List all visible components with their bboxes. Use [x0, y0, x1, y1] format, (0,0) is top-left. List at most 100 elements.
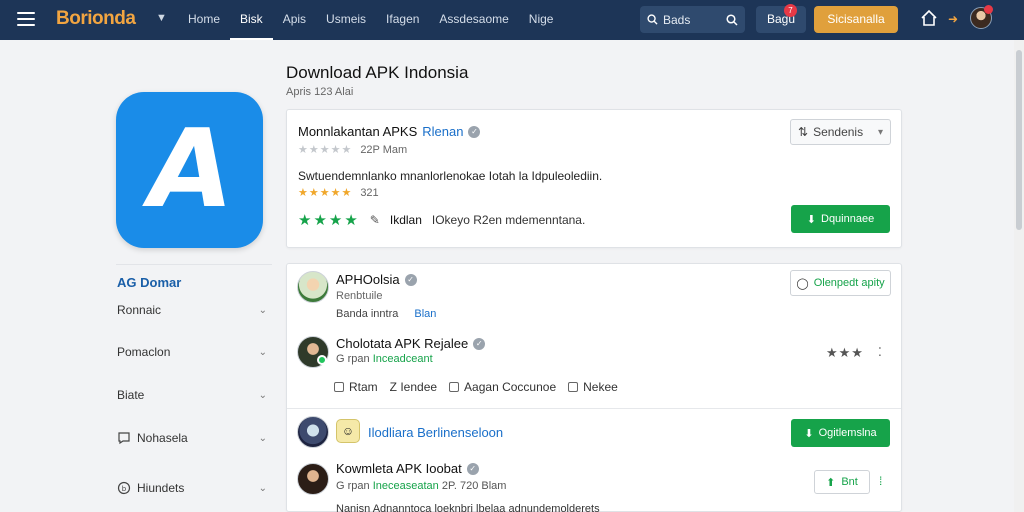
share-button[interactable]: ⬆ Bnt: [814, 470, 870, 494]
sort-label: Sendenis: [813, 125, 864, 139]
sidebar-item-pomaclon[interactable]: Pomaclon ⌄: [117, 342, 267, 362]
checklist-label: Rtam: [349, 380, 378, 394]
rating-row-2: ★★★★★ 321: [298, 186, 379, 200]
nav-link-home[interactable]: Home: [178, 0, 230, 40]
checkbox-icon: [334, 382, 344, 392]
download-button[interactable]: ⬇ Dquinnaee: [791, 205, 890, 233]
nav-link-nige[interactable]: Nige: [519, 0, 564, 40]
chat-bubble-icon: [118, 432, 130, 445]
chevron-down-icon[interactable]: ▼: [156, 12, 167, 24]
app-icon-letter: A: [136, 107, 243, 232]
feature-checklist: Rtam Z Iendee Aagan Coccunoe Nekee: [334, 380, 618, 394]
list-item-sub-highlight: Inceadceant: [372, 353, 433, 365]
list-item-title: Kowmleta APK Ioobat ✓: [336, 461, 479, 476]
checkbox-icon: [568, 382, 579, 392]
list-item-meta-a: Banda inntra: [336, 308, 399, 320]
avatar[interactable]: [297, 271, 329, 303]
download-icon: ⬇: [804, 427, 814, 440]
hamburger-menu-icon[interactable]: [17, 12, 35, 26]
scrollbar-thumb[interactable]: [1016, 50, 1022, 230]
share-icon: ⬆: [826, 476, 836, 489]
checklist-item[interactable]: Z Iendee: [390, 380, 437, 394]
search-icon: [647, 14, 658, 25]
rating-count: 321: [360, 186, 379, 199]
list-item-sub-prefix: G rpan: [336, 480, 370, 492]
app-summary-title-text: Monnlakantan APKS: [298, 124, 418, 139]
list-item-meta-b[interactable]: Blan: [414, 308, 436, 320]
app-mini-icon: ☺: [336, 419, 360, 443]
list-item-name[interactable]: Cholotata APK Rejalee: [336, 336, 468, 351]
nav-link-apis[interactable]: Apis: [273, 0, 316, 40]
open-app-button[interactable]: ◯ Olenpedt apity: [790, 270, 891, 296]
list-item-sub-prefix: G rpan: [336, 353, 370, 365]
arrow-right-icon[interactable]: ➜: [948, 12, 958, 26]
top-nav-bar: Borionda ▼ Home Bisk Apis Usmeis Ifagen …: [0, 0, 1024, 40]
list-item-sub: G rpan Inceadceant: [336, 353, 433, 365]
checklist-item[interactable]: Nekee: [568, 380, 618, 394]
home-icon[interactable]: [920, 9, 938, 27]
list-divider: [287, 408, 901, 409]
star-rating-icon: ★★★★★: [298, 144, 353, 156]
nav-link-ifagen[interactable]: Ifagen: [376, 0, 429, 40]
nav-link-usmeis[interactable]: Usmeis: [316, 0, 376, 40]
search-submit-icon[interactable]: [726, 13, 738, 26]
chevron-down-icon: ▾: [877, 126, 883, 138]
chevron-down-icon: ⌄: [258, 304, 267, 316]
sidebar-item-hiundets[interactable]: b Hiundets ⌄: [117, 478, 267, 498]
site-logo[interactable]: Borionda: [56, 8, 136, 30]
nav-link-bisk[interactable]: Bisk: [230, 0, 273, 40]
app-summary-title: Monnlakantan APKS Rlenan ✓: [298, 124, 481, 139]
download-label: Ogitlemslna: [818, 427, 877, 439]
sidebar-item-nohasela[interactable]: Nohasela ⌄: [117, 428, 267, 448]
search-box[interactable]: Bads: [640, 6, 745, 33]
star-rating-icon: ★★★★★: [298, 187, 353, 199]
info-row: ★★★★ ✎ Ikdlan IOkeyo R2en mdemenntana.: [298, 211, 585, 229]
cta-button[interactable]: Sicisanalla: [814, 6, 898, 33]
nav-link-assdesaome[interactable]: Assdesaome: [429, 0, 518, 40]
sidebar-item-label: Pomaclon: [117, 345, 171, 359]
download-button[interactable]: ⬇ Ogitlemslna: [791, 419, 890, 447]
sort-select[interactable]: ⇅ Sendenis ▾: [790, 119, 891, 145]
app-description: Swtuendemnlanko mnanlorlenokae Iotah la …: [298, 169, 603, 183]
page-subtitle: Apris 123 Alai: [286, 86, 354, 98]
list-item-name[interactable]: Kowmleta APK Ioobat: [336, 461, 462, 476]
avatar[interactable]: [297, 416, 329, 448]
sidebar-item-ronnaic[interactable]: Ronnaic ⌄: [117, 300, 267, 320]
star-rating-icon: ★★★: [826, 345, 864, 360]
list-item-name[interactable]: Ilodliara Berlinenseloon: [368, 425, 503, 440]
more-options-icon[interactable]: ⁞: [879, 474, 882, 488]
chevron-down-icon: ⌄: [258, 389, 267, 401]
user-status-badge: [984, 5, 993, 14]
list-item-sub: Renbtuile: [336, 290, 383, 302]
checklist-item[interactable]: Rtam: [334, 380, 378, 394]
list-item-name[interactable]: APHOolsia: [336, 272, 400, 287]
sidebar-item-biate[interactable]: Biate ⌄: [117, 385, 267, 405]
chevron-down-icon: ⌄: [258, 482, 267, 494]
checkbox-icon: [449, 382, 460, 392]
login-button[interactable]: Bagu: [756, 6, 806, 33]
chevron-down-icon: ⌄: [258, 346, 267, 358]
sidebar-item-label: Hiundets: [137, 481, 185, 495]
chat-bubble-icon: ◯: [796, 277, 809, 290]
circle-badge-icon: b: [117, 481, 131, 495]
verified-icon: ✓: [404, 273, 417, 286]
more-options-icon[interactable]: ⁚: [878, 345, 882, 359]
sidebar-item-label: Nohasela: [137, 431, 188, 445]
list-item-title: Cholotata APK Rejalee ✓: [336, 336, 486, 351]
sidebar-item-label: Ronnaic: [117, 303, 162, 317]
avatar[interactable]: [297, 463, 329, 495]
rating-row: ★★★★★ 22P Mam: [298, 143, 408, 157]
notification-badge: 7: [784, 4, 797, 17]
checklist-label: Aagan Coccunoe: [464, 380, 557, 394]
share-label: Bnt: [841, 476, 858, 488]
checklist-label: Nekee: [583, 380, 618, 394]
checklist-label: Z Iendee: [389, 380, 438, 394]
app-summary-title-highlight[interactable]: Rlenan: [422, 124, 463, 139]
verified-icon: ✓: [466, 462, 479, 475]
rating-meta: 22P Mam: [360, 143, 408, 156]
list-item-sub: G rpan Ineceaseatan 2P. 720 Blam: [336, 480, 506, 492]
page-title: Download APK Indonsia: [286, 63, 469, 82]
checklist-item[interactable]: Aagan Coccunoe: [449, 380, 556, 394]
sidebar-heading: AG Domar: [117, 275, 182, 290]
thumbs-icon: ✎: [369, 213, 380, 227]
